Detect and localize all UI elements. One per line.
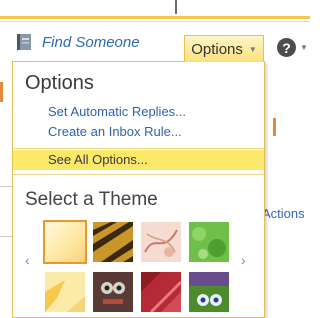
theme-swatch-purple-monster[interactable]: [189, 272, 229, 312]
theme-swatch-plain-yellow[interactable]: [43, 220, 87, 264]
background-divider: [0, 186, 12, 187]
background-fragment: [273, 118, 276, 136]
menu-item-automatic-replies[interactable]: Set Automatic Replies...: [13, 102, 264, 122]
actions-link[interactable]: Actions: [262, 206, 309, 221]
help-icon: ?: [277, 38, 296, 57]
menu-heading: Options: [25, 72, 94, 94]
find-someone-button[interactable]: Find Someone: [14, 31, 140, 53]
theme-swatch-sketch-pink[interactable]: [141, 222, 181, 262]
top-header-strip: [0, 0, 310, 22]
chevron-down-icon: ▼: [300, 43, 308, 52]
theme-swatch-robot-face[interactable]: [93, 272, 133, 312]
theme-swatch-red-abstract[interactable]: [141, 272, 181, 312]
address-book-icon: [17, 34, 31, 50]
menu-separator: [13, 174, 264, 175]
options-menu-button[interactable]: Options ▼: [184, 35, 264, 62]
menu-item-inbox-rule[interactable]: Create an Inbox Rule...: [13, 122, 264, 142]
chevron-right-icon[interactable]: ›: [241, 252, 246, 268]
help-menu-button[interactable]: ? ▼: [277, 38, 308, 57]
chevron-left-icon[interactable]: ‹: [25, 252, 30, 268]
options-button-label: Options: [191, 40, 243, 58]
header-accent-bar: [0, 16, 310, 19]
theme-swatch-tiger-stripes[interactable]: [93, 222, 133, 262]
theme-swatch-green-leaves[interactable]: [189, 222, 229, 262]
theme-section-heading: Select a Theme: [25, 189, 158, 210]
theme-swatch-yellow-flower[interactable]: [45, 272, 85, 312]
options-dropdown-menu: Options Set Automatic Replies... Create …: [12, 61, 265, 318]
background-fragment: [0, 82, 3, 102]
menu-item-see-all-options[interactable]: See All Options...: [13, 150, 264, 170]
menu-separator: [13, 148, 264, 149]
chevron-down-icon: ▼: [248, 44, 257, 54]
background-divider: [0, 236, 12, 237]
find-someone-label: Find Someone: [42, 33, 140, 51]
toolbar: Find Someone Options ▼ ? ▼: [0, 22, 310, 62]
header-separator: [175, 0, 177, 14]
